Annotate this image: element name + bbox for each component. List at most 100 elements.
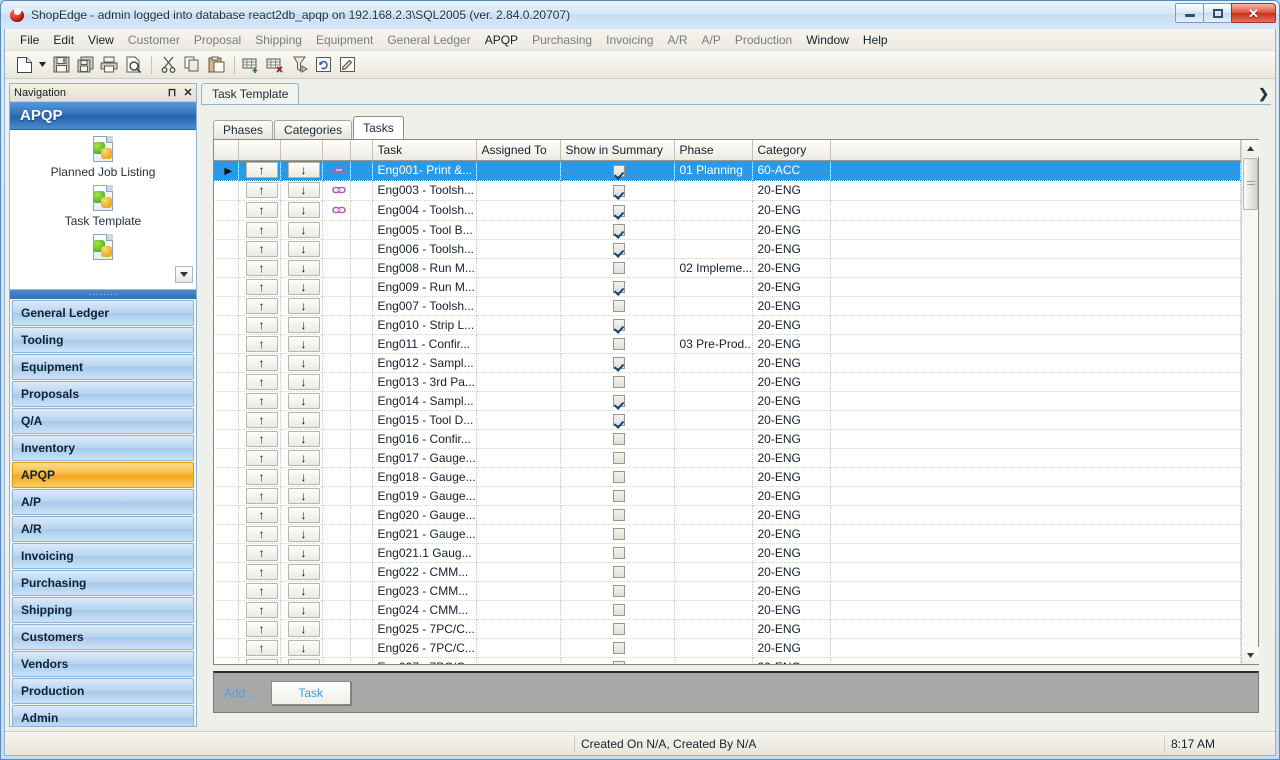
- show-in-summary-checkbox[interactable]: [613, 376, 625, 389]
- cell-phase[interactable]: [674, 429, 753, 449]
- arrow-down-icon[interactable]: ↓: [287, 449, 320, 466]
- column-header-phase[interactable]: Phase: [674, 140, 753, 161]
- row-selector-cell[interactable]: [214, 467, 239, 487]
- cell-category[interactable]: 20-ENG: [752, 410, 831, 430]
- cell-category[interactable]: 20-ENG: [752, 562, 831, 582]
- print-preview-icon[interactable]: [122, 54, 144, 76]
- link-cell[interactable]: [322, 486, 351, 506]
- arrow-down-icon[interactable]: ↓: [287, 373, 320, 390]
- cell-task[interactable]: Eng007 - Toolsh...: [372, 296, 477, 316]
- cell-phase[interactable]: [674, 619, 753, 639]
- sidebar-item-inventory[interactable]: Inventory: [12, 435, 194, 461]
- cell-assigned-to[interactable]: [476, 638, 561, 658]
- column-header-spacer[interactable]: [350, 140, 373, 161]
- arrow-up-icon[interactable]: ↑: [245, 487, 278, 504]
- cell-show-in-summary[interactable]: [560, 160, 675, 181]
- sidebar-item-shipping[interactable]: Shipping: [12, 597, 194, 623]
- show-in-summary-checkbox[interactable]: [613, 642, 625, 655]
- move-down-cell[interactable]: ↓: [280, 562, 323, 582]
- sidebar-item-qa[interactable]: Q/A: [12, 408, 194, 434]
- show-in-summary-checkbox[interactable]: [613, 281, 625, 294]
- nav-shortcut-third[interactable]: [10, 234, 196, 263]
- move-down-cell[interactable]: ↓: [280, 372, 323, 392]
- row-selector-cell[interactable]: [214, 619, 239, 639]
- link-cell[interactable]: [322, 619, 351, 639]
- cell-assigned-to[interactable]: [476, 296, 561, 316]
- copy-icon[interactable]: [181, 54, 203, 76]
- cell-show-in-summary[interactable]: [560, 543, 675, 563]
- menu-item-apqp[interactable]: APQP: [478, 31, 525, 49]
- cell-show-in-summary[interactable]: [560, 429, 675, 449]
- cell-category[interactable]: 60-ACC: [752, 160, 831, 181]
- link-cell[interactable]: [322, 372, 351, 392]
- arrow-up-icon[interactable]: ↑: [245, 411, 278, 428]
- menu-item-ar[interactable]: A/R: [660, 31, 694, 49]
- show-in-summary-checkbox[interactable]: [613, 528, 625, 541]
- cell-assigned-to[interactable]: [476, 200, 561, 221]
- arrow-down-icon[interactable]: ↓: [287, 316, 320, 333]
- save-icon[interactable]: [50, 54, 72, 76]
- move-up-cell[interactable]: ↑: [238, 600, 281, 620]
- sidebar-item-ar[interactable]: A/R: [12, 516, 194, 542]
- cell-task[interactable]: Eng011 - Confir...: [372, 334, 477, 354]
- move-down-cell[interactable]: ↓: [280, 200, 323, 221]
- cell-assigned-to[interactable]: [476, 160, 561, 181]
- refresh-icon[interactable]: [312, 54, 334, 76]
- table-row[interactable]: ↑ ↓ Eng017 - Gauge... 20-ENG: [214, 448, 1241, 468]
- show-in-summary-checkbox[interactable]: [613, 262, 625, 275]
- cell-task[interactable]: Eng012 - Sampl...: [372, 353, 477, 373]
- menu-item-proposal[interactable]: Proposal: [187, 31, 248, 49]
- move-down-cell[interactable]: ↓: [280, 277, 323, 297]
- nav-shortcut-planned-job-listing[interactable]: Planned Job Listing: [10, 136, 196, 179]
- move-up-cell[interactable]: ↑: [238, 372, 281, 392]
- arrow-down-icon[interactable]: ↓: [287, 392, 320, 409]
- cell-assigned-to[interactable]: [476, 657, 561, 664]
- cell-phase[interactable]: [674, 524, 753, 544]
- row-selector-cell[interactable]: [214, 486, 239, 506]
- table-row[interactable]: ↑ ↓ Eng026 - 7PC/C... 20-ENG: [214, 638, 1241, 658]
- cell-assigned-to[interactable]: [476, 448, 561, 468]
- move-up-cell[interactable]: ↑: [238, 638, 281, 658]
- cell-assigned-to[interactable]: [476, 543, 561, 563]
- scrollbar-thumb[interactable]: [1243, 158, 1258, 210]
- menu-item-window[interactable]: Window: [799, 31, 856, 49]
- cell-assigned-to[interactable]: [476, 239, 561, 259]
- arrow-down-icon[interactable]: ↓: [287, 297, 320, 314]
- move-up-cell[interactable]: ↑: [238, 315, 281, 335]
- link-cell[interactable]: [322, 315, 351, 335]
- move-up-cell[interactable]: ↑: [238, 657, 281, 664]
- cell-task[interactable]: Eng010 - Strip L...: [372, 315, 477, 335]
- link-cell[interactable]: [322, 638, 351, 658]
- arrow-down-icon[interactable]: ↓: [287, 259, 320, 276]
- cell-phase[interactable]: [674, 296, 753, 316]
- save-all-icon[interactable]: [74, 54, 96, 76]
- move-down-cell[interactable]: ↓: [280, 410, 323, 430]
- arrow-up-icon[interactable]: ↑: [245, 182, 278, 198]
- arrow-down-icon[interactable]: ↓: [287, 582, 320, 599]
- table-row[interactable]: ↑ ↓ Eng007 - Toolsh... 20-ENG: [214, 296, 1241, 316]
- cell-task[interactable]: Eng009 - Run M...: [372, 277, 477, 297]
- table-row[interactable]: ↑ ↓ Eng011 - Confir... 03 Pre-Prod... 20-ENG: [214, 334, 1241, 354]
- arrow-down-icon[interactable]: ↓: [287, 525, 320, 542]
- move-down-cell[interactable]: ↓: [280, 467, 323, 487]
- cell-category[interactable]: 20-ENG: [752, 277, 831, 297]
- cell-phase[interactable]: 03 Pre-Prod...: [674, 334, 753, 354]
- row-selector-cell[interactable]: [214, 505, 239, 525]
- arrow-down-icon[interactable]: ↓: [287, 506, 320, 523]
- move-down-cell[interactable]: ↓: [280, 353, 323, 373]
- row-selector-cell[interactable]: [214, 448, 239, 468]
- menu-item-edit[interactable]: Edit: [46, 31, 81, 49]
- link-cell[interactable]: [322, 391, 351, 411]
- table-row[interactable]: ↑ ↓ Eng024 - CMM... 20-ENG: [214, 600, 1241, 620]
- arrow-up-icon[interactable]: ↑: [245, 468, 278, 485]
- sidebar-item-ap[interactable]: A/P: [12, 489, 194, 515]
- cell-category[interactable]: 20-ENG: [752, 353, 831, 373]
- nav-shortcut-task-template[interactable]: Task Template: [10, 185, 196, 228]
- table-row[interactable]: ↑ ↓ Eng025 - 7PC/C... 20-ENG: [214, 619, 1241, 639]
- table-row[interactable]: ↑ ↓ Eng005 - Tool B... 20-ENG: [214, 220, 1241, 240]
- cell-assigned-to[interactable]: [476, 505, 561, 525]
- cell-assigned-to[interactable]: [476, 524, 561, 544]
- move-down-cell[interactable]: ↓: [280, 239, 323, 259]
- add-row-icon[interactable]: [240, 54, 262, 76]
- cell-category[interactable]: 20-ENG: [752, 505, 831, 525]
